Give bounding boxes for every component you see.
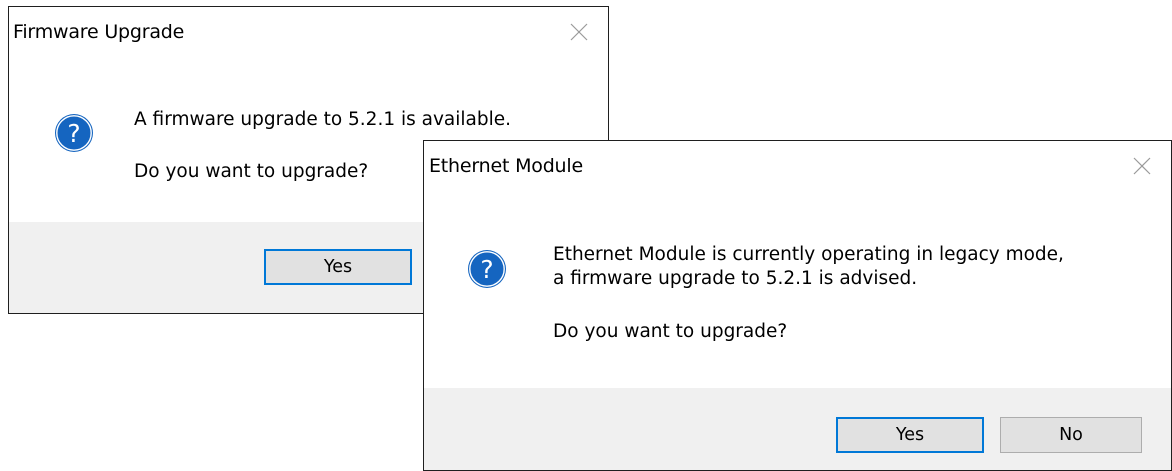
svg-text:?: ? — [67, 119, 80, 148]
close-icon — [570, 23, 588, 41]
question-icon: ? — [468, 250, 506, 288]
message-question: Do you want to upgrade? — [134, 161, 369, 182]
close-button[interactable] — [1113, 143, 1171, 191]
ethernet-module-dialog: Ethernet Module ? Ethernet Module is cur… — [423, 140, 1172, 471]
dialog-titlebar[interactable]: Firmware Upgrade — [9, 7, 608, 59]
message-line: A firmware upgrade to 5.2.1 is available… — [134, 109, 512, 130]
question-icon: ? — [55, 114, 93, 152]
message-question: Do you want to upgrade? — [553, 321, 788, 342]
yes-button[interactable]: Yes — [264, 249, 412, 285]
message-line: a firmware upgrade to 5.2.1 is advised. — [553, 268, 918, 289]
dialog-footer: Yes No — [424, 388, 1171, 470]
dialog-title: Firmware Upgrade — [13, 21, 185, 43]
close-button[interactable] — [550, 9, 608, 57]
dialog-titlebar[interactable]: Ethernet Module — [424, 141, 1171, 193]
yes-button[interactable]: Yes — [836, 417, 984, 453]
svg-text:?: ? — [480, 255, 493, 284]
message-line: Ethernet Module is currently operating i… — [553, 244, 1064, 265]
dialog-title: Ethernet Module — [429, 155, 583, 177]
close-icon — [1133, 157, 1151, 175]
no-button[interactable]: No — [1000, 417, 1142, 453]
